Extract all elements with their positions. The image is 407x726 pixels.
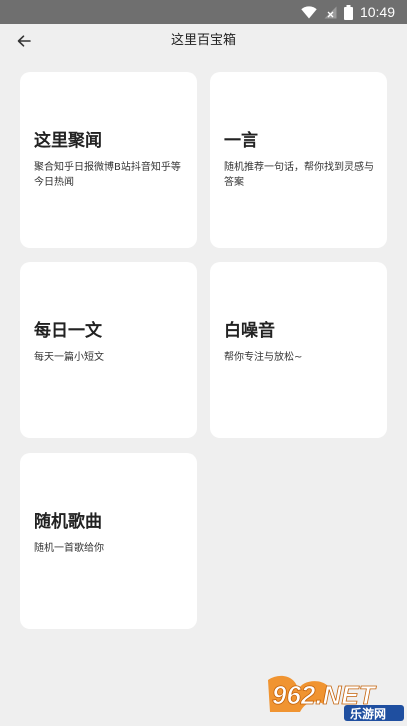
arrow-left-icon (17, 35, 31, 47)
card-description: 每天一篇小短文 (34, 352, 104, 363)
page-title: 这里百宝箱 (170, 33, 236, 48)
card-yiyan[interactable]: 一言 随机推荐一句话，帮你找到灵感与答案 (210, 72, 387, 248)
card-title: 这里聚闻 (34, 131, 102, 151)
card-title: 一言 (224, 131, 258, 151)
card-description: 随机推荐一句话，帮你找到灵感与答案 (224, 162, 374, 188)
card-description: 帮你专注与放松~ (224, 352, 303, 363)
watermark-sub: 乐游网 (350, 706, 386, 721)
site-watermark: 962.NET 乐游网 (262, 674, 405, 722)
card-random-song[interactable]: 随机歌曲 随机一首歌给你 (20, 453, 197, 629)
card-title: 每日一文 (34, 321, 102, 341)
watermark-logo: 962.NET 乐游网 (268, 675, 404, 721)
app-bar: 这里百宝箱 (0, 24, 407, 58)
battery-icon (343, 4, 353, 20)
card-zheli-jumwen[interactable]: 这里聚闻 聚合知乎日报微博B站抖音知乎等今日热闻 (20, 72, 197, 248)
card-description: 聚合知乎日报微博B站抖音知乎等今日热闻 (34, 162, 181, 188)
card-title: 随机歌曲 (34, 512, 102, 532)
card-description: 随机一首歌给你 (34, 543, 104, 554)
card-title: 白噪音 (224, 321, 275, 341)
status-time: 10:49 (359, 4, 395, 20)
card-white-noise[interactable]: 白噪音 帮你专注与放松~ (210, 262, 387, 438)
back-button[interactable] (10, 28, 38, 54)
status-icons: 10:49 (301, 0, 395, 24)
status-bar: 10:49 (0, 0, 407, 24)
wifi-icon (301, 5, 317, 19)
signal-off-icon (324, 6, 337, 18)
card-daily-article[interactable]: 每日一文 每天一篇小短文 (20, 262, 197, 438)
